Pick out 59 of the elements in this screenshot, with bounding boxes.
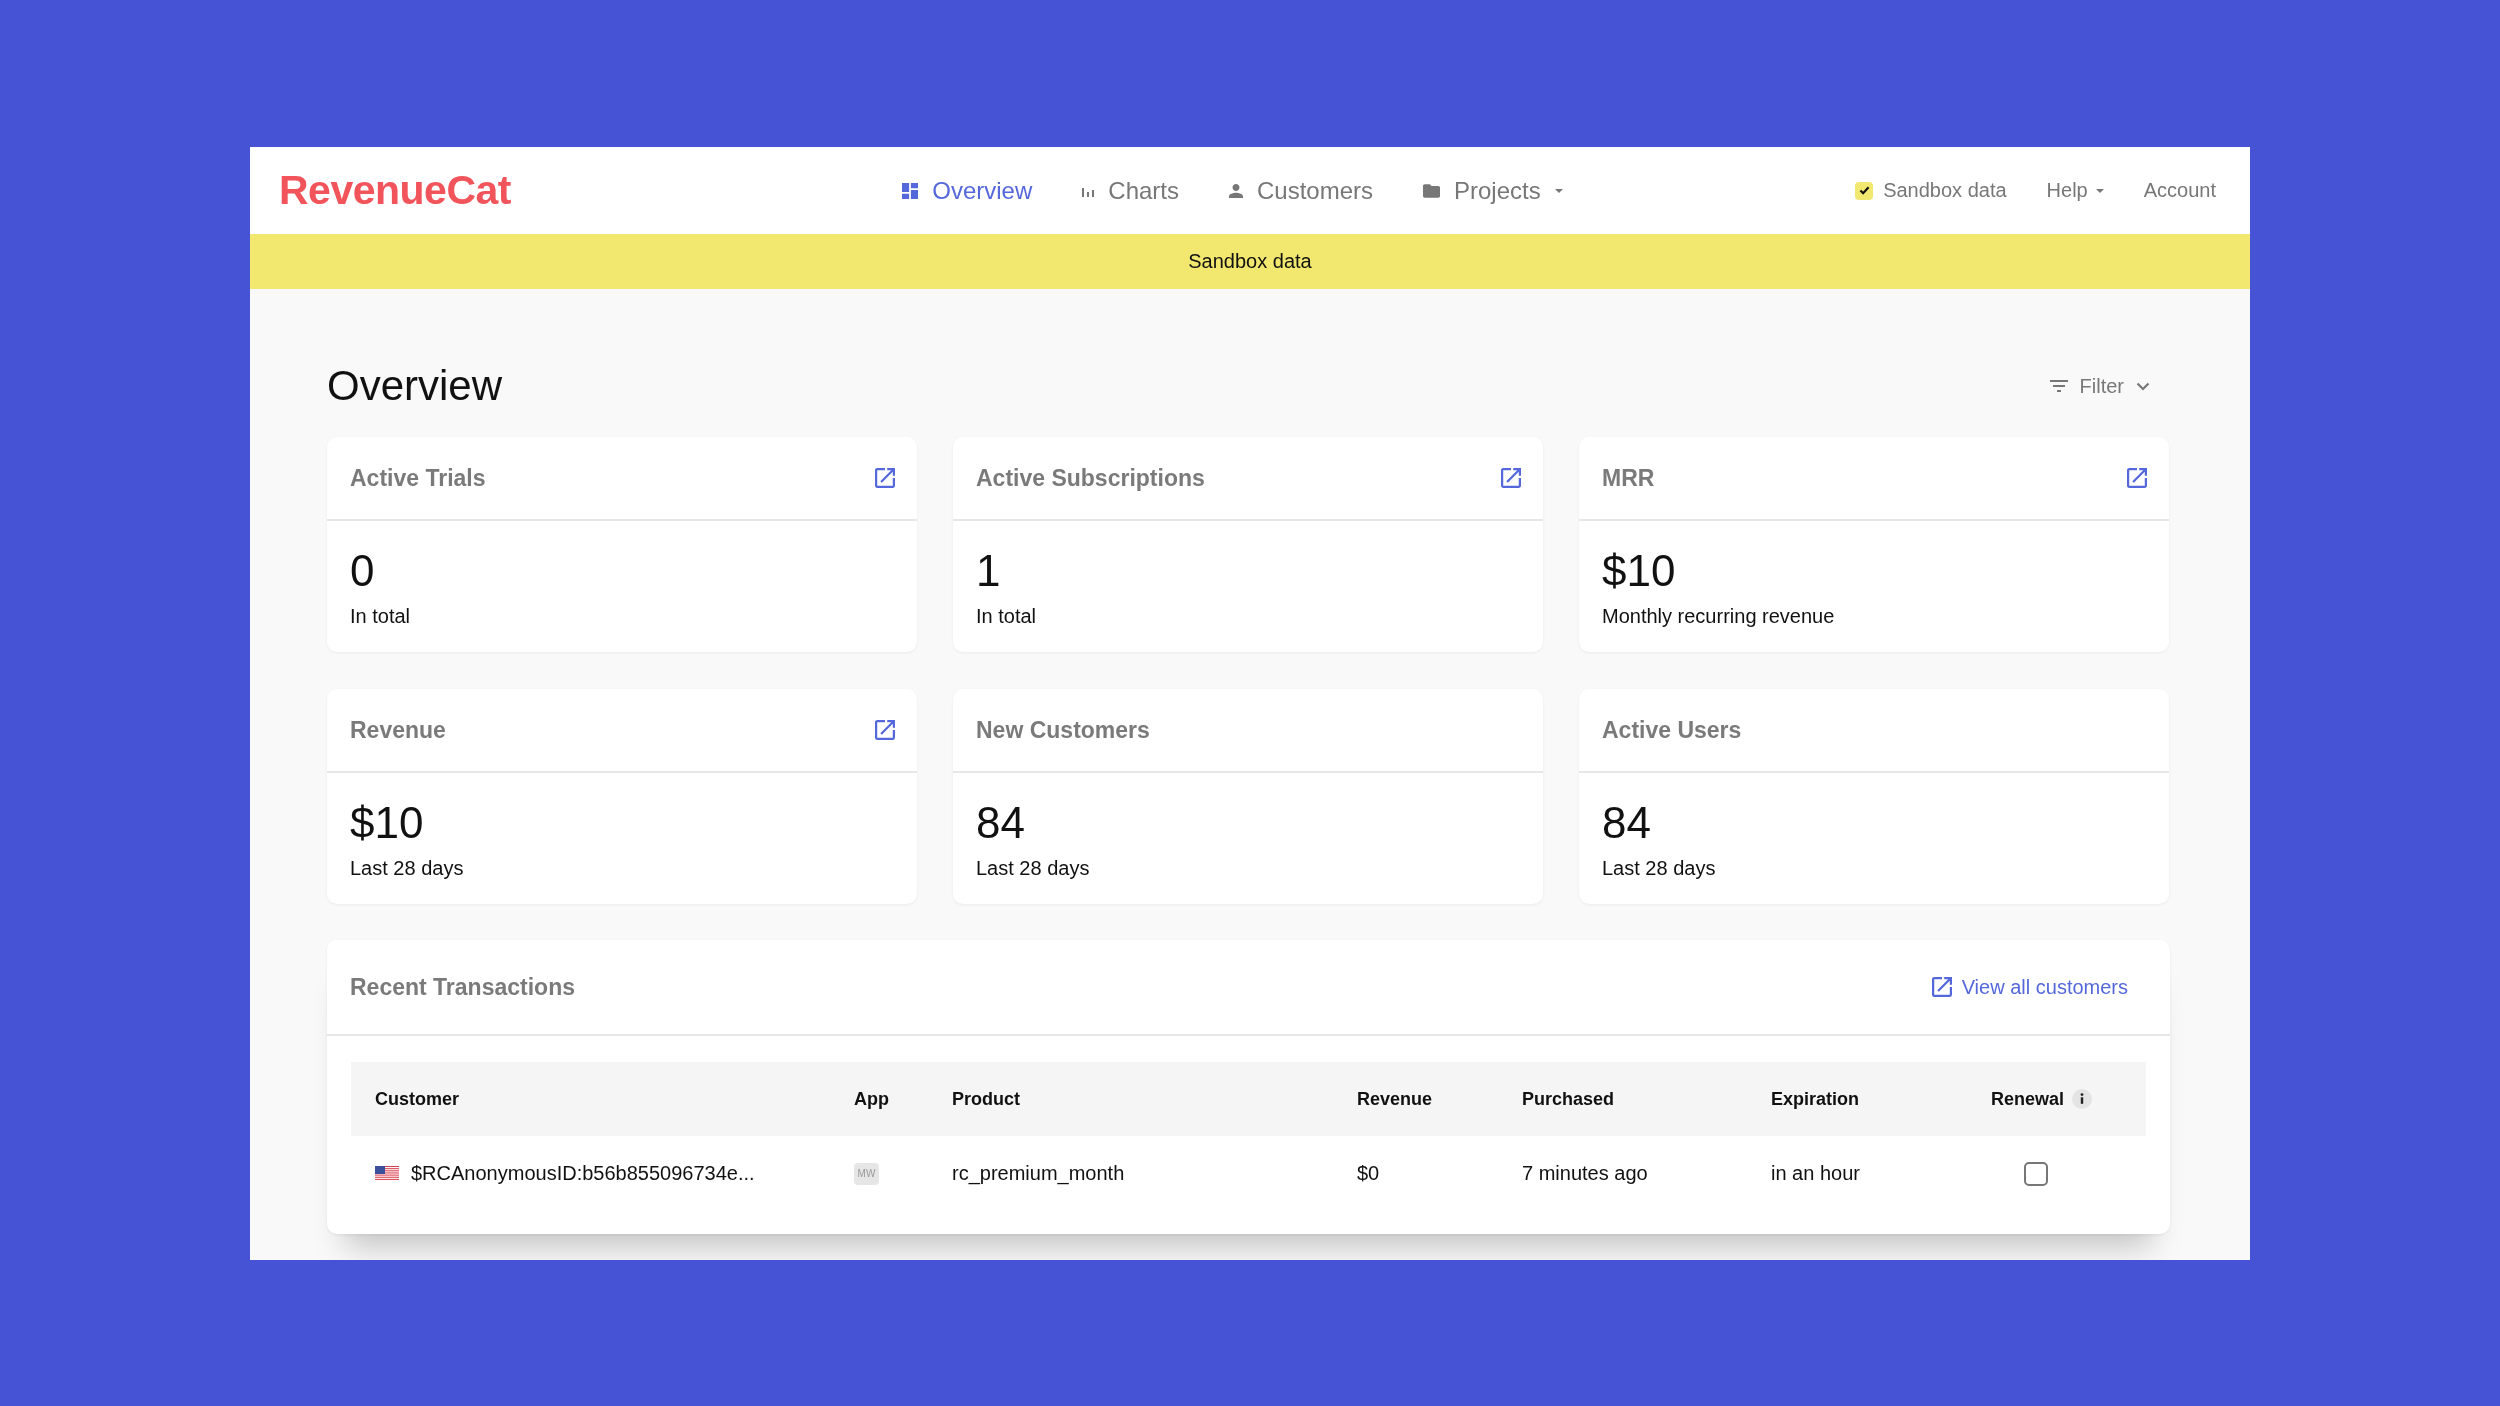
flag-icon bbox=[375, 1166, 399, 1181]
column-header: Customer bbox=[375, 1088, 459, 1110]
metric-value: 84 bbox=[1602, 797, 1652, 849]
check-icon bbox=[1858, 186, 1870, 195]
column-header: Expiration bbox=[1771, 1088, 1859, 1110]
column-header: Renewal bbox=[1991, 1088, 2065, 1110]
card-title: Active Subscriptions bbox=[976, 464, 1205, 492]
column-header: Purchased bbox=[1522, 1088, 1615, 1110]
app-tag: MW bbox=[854, 1162, 879, 1185]
person-icon bbox=[1229, 183, 1243, 198]
folder-icon bbox=[1423, 183, 1440, 198]
nav-link[interactable]: Projects bbox=[1423, 176, 1563, 205]
info-icon[interactable] bbox=[2072, 1089, 2093, 1109]
card-title: New Customers bbox=[976, 716, 1150, 744]
metric-caption: In total bbox=[350, 605, 412, 628]
nav-link[interactable]: Charts bbox=[1082, 176, 1179, 205]
metric-value: $10 bbox=[1602, 545, 1677, 597]
column-header: App bbox=[854, 1088, 889, 1110]
card-title: Recent Transactions bbox=[350, 973, 575, 1001]
table-cell: $0 bbox=[1357, 1162, 1380, 1185]
card-title: MRR bbox=[1602, 464, 1655, 492]
metric-value: $10 bbox=[350, 797, 425, 849]
filter-button[interactable]: Filter bbox=[2049, 374, 2170, 398]
metric-caption: In total bbox=[976, 605, 1038, 628]
external-link-icon[interactable] bbox=[875, 468, 895, 488]
metric-caption: Last 28 days bbox=[976, 857, 1091, 880]
banner-text: Sandbox data bbox=[1188, 250, 1312, 273]
nav-link[interactable]: Customers bbox=[1229, 176, 1373, 205]
logo[interactable]: RevenueCat bbox=[279, 167, 511, 214]
column-header: Revenue bbox=[1357, 1088, 1433, 1110]
external-link-icon[interactable] bbox=[1931, 977, 1952, 997]
metric-value: 84 bbox=[976, 797, 1026, 849]
renewal-checkbox[interactable] bbox=[2024, 1161, 2048, 1186]
customer-id: $RCAnonymousID:b56b855096734e... bbox=[411, 1162, 755, 1185]
menu-link[interactable]: Account bbox=[2143, 179, 2216, 202]
nav-link[interactable]: Overview bbox=[902, 176, 1033, 205]
sandbox-checkbox[interactable] bbox=[1855, 181, 1874, 200]
external-link-icon[interactable] bbox=[875, 720, 895, 740]
metric-caption: Last 28 days bbox=[350, 857, 465, 880]
metric-value: 0 bbox=[350, 545, 376, 597]
table-cell: in an hour bbox=[1771, 1162, 1860, 1185]
dashboard-icon bbox=[902, 182, 919, 199]
table-cell: 7 minutes ago bbox=[1522, 1162, 1648, 1185]
metric-value: 1 bbox=[976, 545, 1002, 597]
card-title: Active Trials bbox=[350, 464, 486, 492]
filter-icon bbox=[2049, 380, 2068, 392]
metric-caption: Last 28 days bbox=[1602, 857, 1717, 880]
chevron-down-icon bbox=[2136, 381, 2150, 391]
page-title: Overview bbox=[327, 362, 503, 410]
sandbox-label: Sandbox data bbox=[1883, 179, 2007, 202]
metric-caption: Monthly recurring revenue bbox=[1602, 605, 1836, 628]
view-all-link[interactable]: View all customers bbox=[1931, 975, 2128, 999]
menu-link[interactable]: Help bbox=[2046, 179, 2104, 202]
card-title: Active Users bbox=[1602, 716, 1742, 744]
table-cell: rc_premium_month bbox=[952, 1162, 1125, 1185]
column-header: Product bbox=[952, 1088, 1020, 1110]
external-link-icon[interactable] bbox=[2127, 468, 2147, 488]
card-title: Revenue bbox=[350, 716, 446, 744]
external-link-icon[interactable] bbox=[1501, 468, 1521, 488]
